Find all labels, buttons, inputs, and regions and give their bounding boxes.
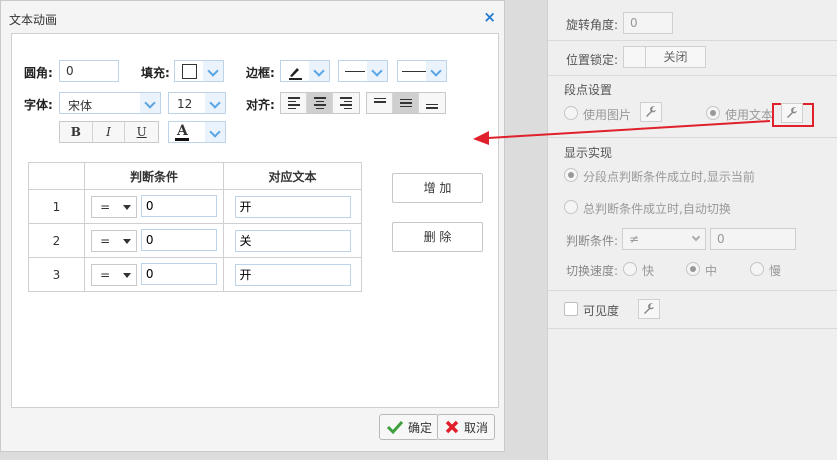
annotation-arrow <box>473 120 771 145</box>
